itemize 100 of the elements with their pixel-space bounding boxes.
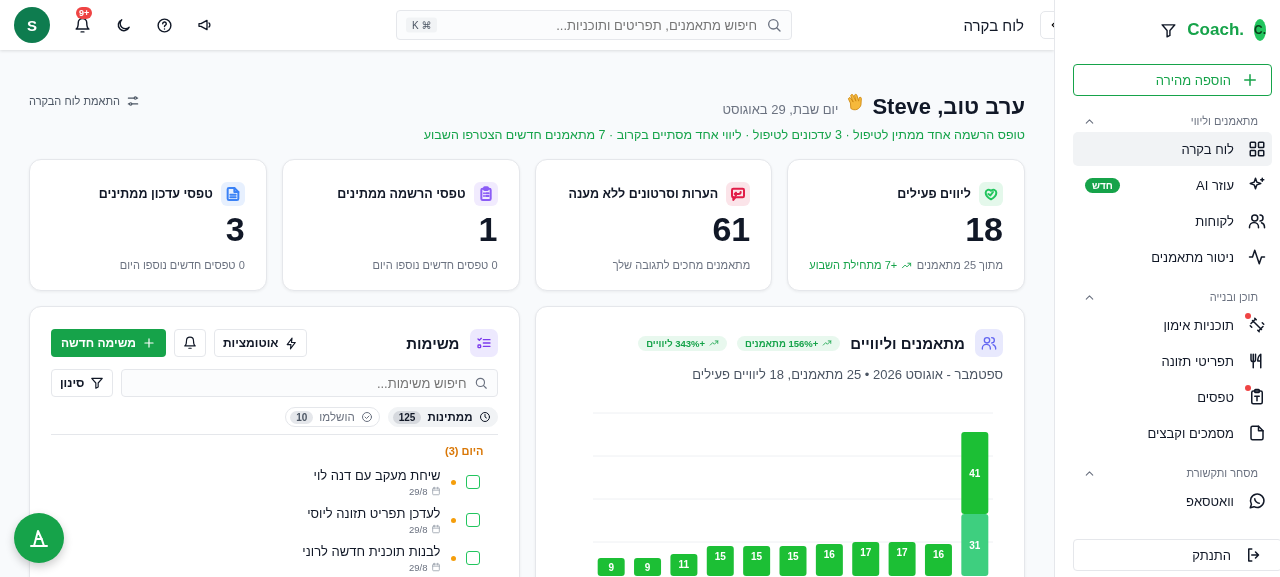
grid-icon	[1248, 140, 1266, 158]
filter-button[interactable]: סינון	[51, 369, 114, 397]
tab-count: 125	[392, 410, 422, 424]
growth-badge: +343% ליוויים	[638, 335, 728, 351]
users-icon	[1248, 212, 1266, 230]
task-checkbox[interactable]	[465, 475, 480, 489]
reminders-button[interactable]	[173, 329, 206, 357]
stat-note: מתאמנים מחכים לתגובה שלך	[612, 259, 751, 271]
bar-value-label: 15	[787, 551, 799, 562]
nav-label: מסמכים וקבצים	[1147, 425, 1234, 441]
announcements-button[interactable]	[197, 17, 213, 33]
task-title: לעדכן תפריט תזונה ליוסי	[307, 505, 441, 521]
chart-bar	[815, 544, 843, 576]
chart-bar	[634, 558, 662, 576]
nav-item[interactable]: תוכניות אימון	[1073, 308, 1272, 342]
bar-value-label: 15	[714, 551, 726, 562]
clipboard-icon	[1248, 388, 1266, 406]
trend-text: +7 מתחילת השבוע	[809, 259, 913, 271]
stat-value: 18	[964, 212, 1003, 246]
nav-item[interactable]: מסמכים וקבצים	[1073, 416, 1272, 450]
chart-bar	[852, 542, 880, 576]
page-title: לוח בקרה	[964, 16, 1024, 34]
filter-icon	[1160, 21, 1178, 39]
user-avatar[interactable]: S	[14, 7, 50, 43]
task-date: 29/8	[409, 523, 428, 535]
bar-value-label: 16	[823, 549, 835, 560]
section-heading: תוכן ובנייה	[1209, 291, 1258, 303]
chart-bar	[670, 554, 698, 576]
nav-label: וואטסאפ	[1185, 493, 1234, 509]
section-heading: מתאמנים וליווי	[1190, 115, 1258, 127]
sliders-icon	[126, 94, 140, 108]
bell-icon	[182, 336, 197, 350]
checklist-icon	[475, 335, 492, 351]
chart-subtitle: ספטמבר - אוגוסט 2026 • 25 מתאמנים, 18 ליוויים פעילים	[691, 367, 1003, 382]
stat-title: ליווים פעילים	[897, 187, 971, 201]
shortcut-hint: ⌘ K	[406, 17, 438, 33]
stat-title: הערות וסרטונים ללא מענה	[568, 187, 719, 201]
nav-label: תוכניות אימון	[1163, 317, 1234, 333]
logout-button[interactable]: התנתק	[1073, 539, 1280, 571]
chart-bar	[706, 546, 734, 576]
chart-bar	[597, 558, 625, 576]
greeting-title: ערב טוב, Steve	[872, 94, 1025, 120]
chart-bar	[924, 544, 952, 576]
file-icon	[1248, 424, 1266, 442]
nav-item[interactable]: ניטור מתאמנים	[1073, 240, 1272, 274]
tab-count: 10	[290, 410, 314, 424]
megaphone-icon	[197, 17, 213, 33]
stat-value: 61	[711, 212, 751, 246]
help-button[interactable]	[156, 16, 173, 34]
notifications-button[interactable]	[74, 16, 91, 34]
bar-value-label: 9	[644, 562, 651, 573]
group-heading: היום (3)	[444, 445, 484, 457]
search-icon	[766, 17, 782, 33]
bar-value-label: 41	[969, 468, 981, 479]
chart-title: מתאמנים וליוויים	[850, 334, 965, 352]
task-search-field[interactable]: חיפוש משימות...	[121, 369, 498, 397]
calendar-icon	[430, 486, 441, 496]
section-heading: מסחר ותקשורת	[1186, 467, 1258, 479]
theme-toggle[interactable]	[115, 16, 132, 34]
nav-item[interactable]: תפריטי תזונה	[1073, 344, 1272, 378]
chart-bar	[961, 514, 989, 576]
nav-label: עוזר AI	[1196, 177, 1234, 193]
bar-value-label: 9	[608, 562, 614, 573]
automations-button[interactable]: אוטומציות	[213, 329, 307, 357]
stat-note: 0 טפסים חדשים נוספו היום	[372, 259, 498, 271]
task-title: לבנות תוכנית חדשה לרוני	[302, 543, 441, 559]
nav-item[interactable]: לקוחות	[1073, 204, 1272, 238]
chat-icon	[1248, 492, 1266, 510]
users-icon	[981, 335, 997, 351]
trend-icon	[822, 338, 833, 348]
bar-value-label: 11	[678, 559, 690, 570]
task-checkbox[interactable]	[465, 551, 480, 565]
tasks-title: משימות	[406, 334, 460, 352]
task-checkbox[interactable]	[465, 513, 480, 527]
logo-mark: C.	[1254, 19, 1266, 41]
nav-label: טפסים	[1197, 389, 1234, 405]
filter-icon	[90, 376, 105, 390]
nav-item[interactable]: עוזר AI חדש	[1073, 168, 1272, 202]
check-circle-icon	[360, 411, 373, 423]
nav-label: תפריטי תזונה	[1161, 353, 1234, 369]
lightning-icon	[284, 336, 298, 350]
stat-title: טפסי הרשמה ממתינים	[337, 187, 466, 201]
nav-item[interactable]: טפסים	[1073, 380, 1272, 414]
dumbbell-icon	[1248, 316, 1266, 334]
logo-text: Coach.	[1187, 20, 1244, 40]
summary-text: טופס הרשמה אחד ממתין לטיפול · 3 עדכונים לטיפול · ליווי אחד מסתיים בקרוב · 7 מתאמנים חדשים הצטרפו השבוע	[423, 128, 1025, 142]
nav-label: ניטור מתאמנים	[1151, 249, 1234, 265]
bar-value-label: 31	[969, 540, 981, 551]
filter-button[interactable]	[1160, 21, 1178, 39]
nav-label: לוח בקרה	[1181, 141, 1234, 157]
nav-item[interactable]: לוח בקרה	[1073, 132, 1272, 166]
plus-icon	[1241, 71, 1259, 89]
search-icon	[473, 376, 488, 390]
task-title: שיחת מעקב עם דנה לוי	[313, 467, 441, 483]
nav-item[interactable]: וואטסאפ	[1073, 484, 1272, 518]
stat-value: 1	[477, 212, 498, 246]
customize-dashboard-button[interactable]: התאמת לוח הבקרה	[29, 94, 140, 108]
stat-note: 0 טפסים חדשים נוספו היום	[119, 259, 245, 271]
chart-bar	[779, 546, 807, 576]
notification-count: +9	[76, 6, 93, 19]
